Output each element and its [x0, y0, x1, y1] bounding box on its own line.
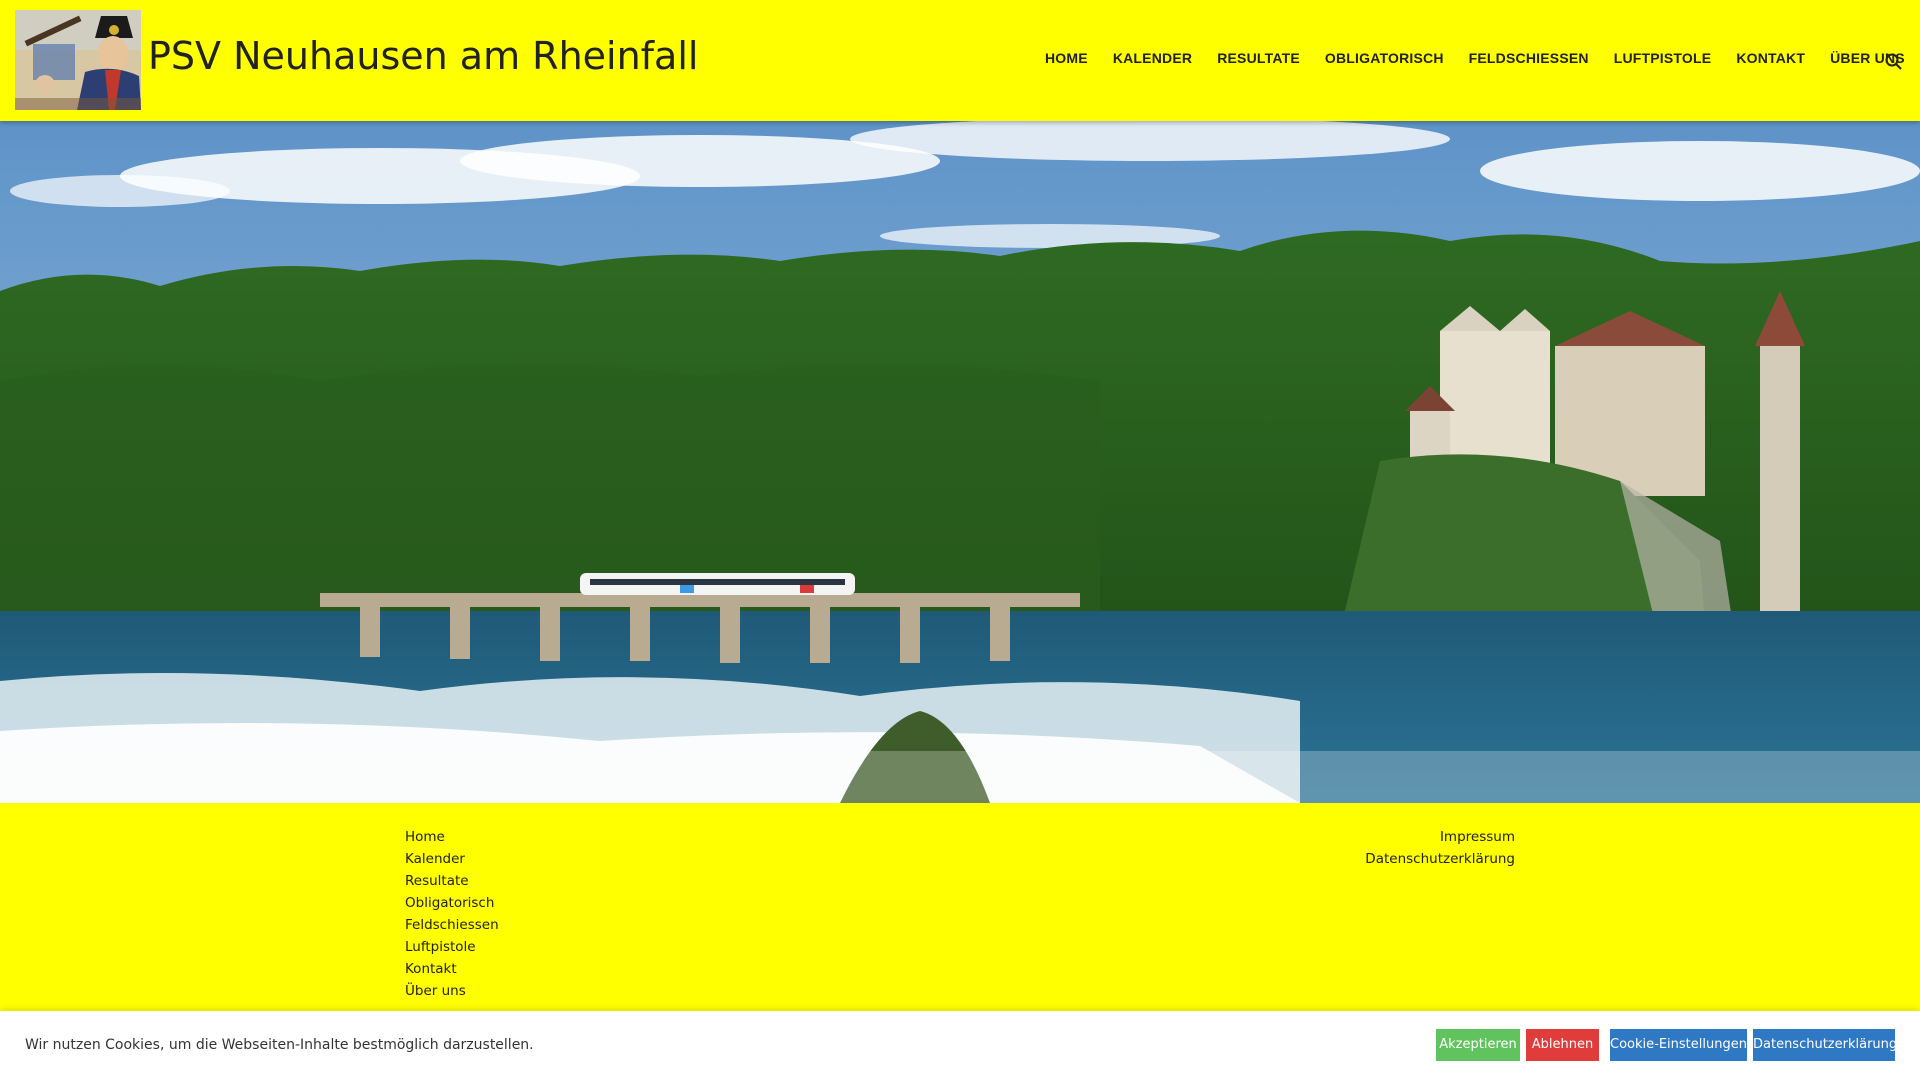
search-icon[interactable] — [1884, 52, 1904, 72]
footer-link-feldschiessen[interactable]: Feldschiessen — [405, 914, 499, 936]
cookie-message: Wir nutzen Cookies, um die Webseiten-Inh… — [25, 1037, 534, 1053]
site-logo[interactable] — [15, 10, 141, 110]
cookie-reject-button[interactable]: Ablehnen — [1526, 1029, 1599, 1061]
cookie-settings-button[interactable]: Cookie-Einstellungen — [1610, 1029, 1747, 1061]
nav-kalender[interactable]: KALENDER — [1113, 50, 1192, 66]
logo-image — [15, 10, 141, 110]
footer-menu: Home Kalender Resultate Obligatorisch Fe… — [405, 826, 499, 1002]
footer-link-resultate[interactable]: Resultate — [405, 870, 499, 892]
cookie-privacy-button[interactable]: Datenschutzerklärung — [1753, 1029, 1897, 1061]
nav-home[interactable]: HOME — [1045, 50, 1088, 66]
footer-link-kontakt[interactable]: Kontakt — [405, 958, 499, 980]
footer-link-luftpistole[interactable]: Luftpistole — [405, 936, 499, 958]
nav-luftpistole[interactable]: LUFTPISTOLE — [1614, 50, 1712, 66]
footer-link-kalender[interactable]: Kalender — [405, 848, 499, 870]
hero-image — [0, 121, 1920, 803]
nav-obligatorisch[interactable]: OBLIGATORISCH — [1325, 50, 1444, 66]
site-title[interactable]: PSV Neuhausen am Rheinfall — [148, 34, 698, 78]
footer-link-ueber-uns[interactable]: Über uns — [405, 980, 499, 1002]
site-footer: Home Kalender Resultate Obligatorisch Fe… — [0, 803, 1920, 1011]
nav-resultate[interactable]: RESULTATE — [1217, 50, 1300, 66]
nav-kontakt[interactable]: KONTAKT — [1736, 50, 1805, 66]
site-header: PSV Neuhausen am Rheinfall HOME KALENDER… — [0, 0, 1920, 121]
footer-link-obligatorisch[interactable]: Obligatorisch — [405, 892, 499, 914]
footer-link-impressum[interactable]: Impressum — [1365, 826, 1515, 848]
footer-legal-links: Impressum Datenschutzerklärung — [1365, 826, 1515, 870]
cookie-accept-button[interactable]: Akzeptieren — [1436, 1029, 1520, 1061]
nav-feldschiessen[interactable]: FELDSCHIESSEN — [1469, 50, 1589, 66]
main-nav: HOME KALENDER RESULTATE OBLIGATORISCH FE… — [1045, 50, 1920, 66]
footer-link-datenschutz[interactable]: Datenschutzerklärung — [1365, 848, 1515, 870]
cookie-banner: Wir nutzen Cookies, um die Webseiten-Inh… — [0, 1011, 1920, 1080]
footer-link-home[interactable]: Home — [405, 826, 499, 848]
